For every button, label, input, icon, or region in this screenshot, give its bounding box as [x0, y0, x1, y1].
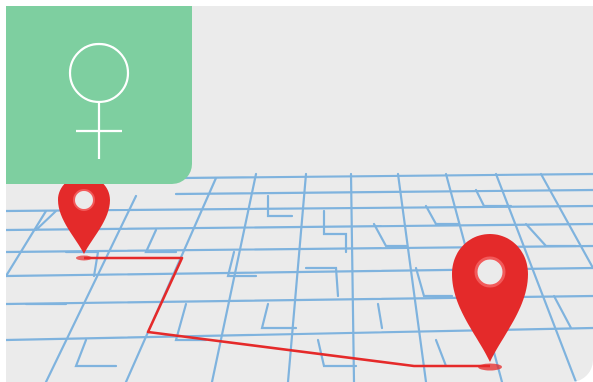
female-symbol-icon [68, 42, 130, 159]
pin-shadow [478, 363, 502, 371]
pin-shadow [76, 255, 92, 261]
map-card [6, 6, 593, 382]
badge [6, 6, 192, 184]
